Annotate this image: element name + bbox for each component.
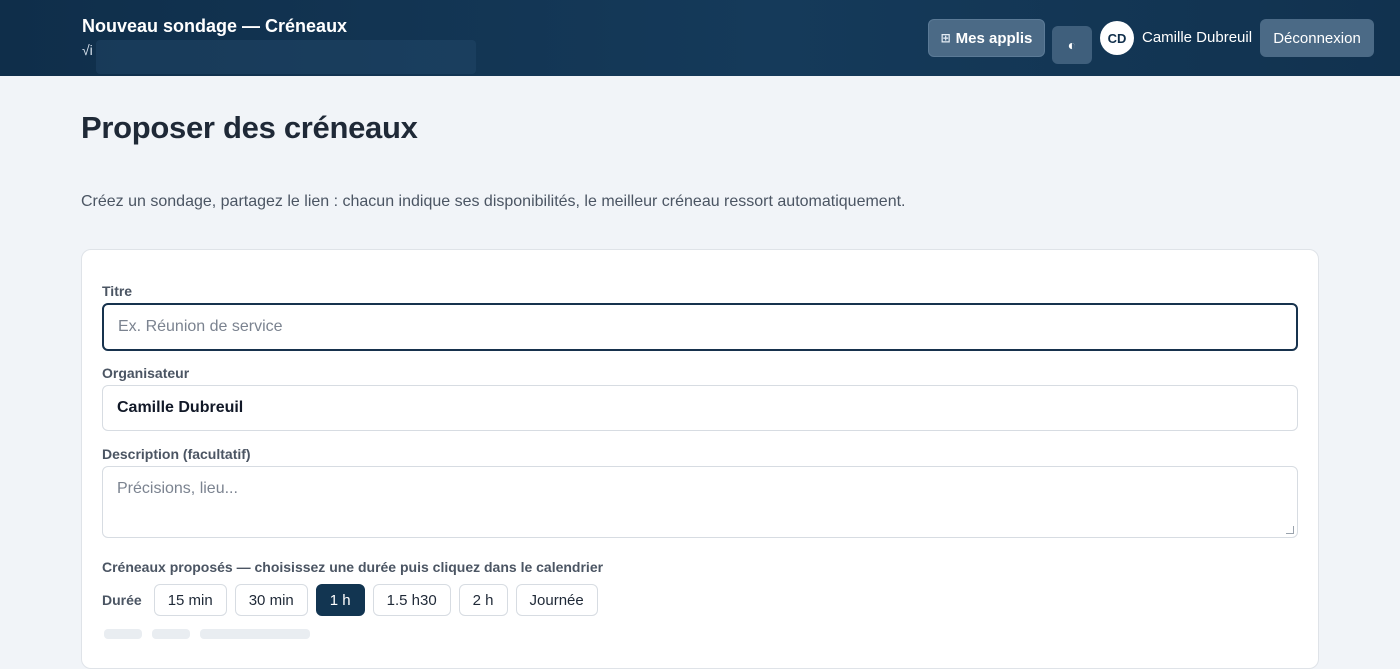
header-decoration xyxy=(96,40,476,74)
duration-option[interactable]: 1.5 h30 xyxy=(372,584,451,616)
description-textarea[interactable]: Précisions, lieu... xyxy=(102,466,1298,538)
organizer-input[interactable]: Camille Dubreuil xyxy=(102,385,1298,431)
title-input[interactable]: Ex. Réunion de service xyxy=(102,303,1298,351)
avatar[interactable]: CD xyxy=(1100,21,1134,55)
page-intro: Créez un sondage, partagez le lien : cha… xyxy=(81,193,906,210)
page-title: Proposer des créneaux xyxy=(81,110,418,145)
slots-label: Créneaux proposés — choisissez une durée… xyxy=(102,559,604,575)
duration-option-selected[interactable]: 1 h xyxy=(315,584,365,616)
title-label: Titre xyxy=(102,283,133,299)
organizer-value: Camille Dubreuil xyxy=(117,399,244,416)
title-placeholder: Ex. Réunion de service xyxy=(118,318,283,335)
duration-selector: Durée 15 min 30 min 1 h 1.5 h30 2 h Jour… xyxy=(102,584,598,616)
logout-button[interactable]: Déconnexion xyxy=(1260,19,1374,57)
duration-option[interactable]: 2 h xyxy=(458,584,508,616)
organizer-label: Organisateur xyxy=(102,365,190,381)
calendar-today-button[interactable] xyxy=(200,629,310,639)
contrast-icon: ◐ xyxy=(1067,37,1077,53)
grid-icon: ⊞ xyxy=(940,31,951,45)
app-subtitle: √i xyxy=(82,42,93,58)
app-title: Nouveau sondage — Créneaux xyxy=(82,16,348,36)
theme-toggle-button[interactable]: ◐ xyxy=(1052,26,1092,64)
description-placeholder: Précisions, lieu... xyxy=(117,480,238,497)
calendar-nav-button[interactable] xyxy=(152,629,190,639)
duration-option[interactable]: 30 min xyxy=(234,584,308,616)
my-apps-button[interactable]: ⊞ Mes applis xyxy=(928,19,1045,57)
resize-handle-icon[interactable] xyxy=(1286,526,1294,534)
description-label: Description (facultatif) xyxy=(102,446,251,462)
duration-option[interactable]: Journée xyxy=(515,584,598,616)
duration-option[interactable]: 15 min xyxy=(153,584,227,616)
duration-label: Durée xyxy=(102,592,142,608)
calendar-nav-button[interactable] xyxy=(104,629,142,639)
my-apps-label: Mes applis xyxy=(955,29,1033,47)
user-name: Camille Dubreuil xyxy=(1142,29,1253,46)
top-bar: Nouveau sondage — Créneaux √i ⊞ Mes appl… xyxy=(0,0,1400,76)
